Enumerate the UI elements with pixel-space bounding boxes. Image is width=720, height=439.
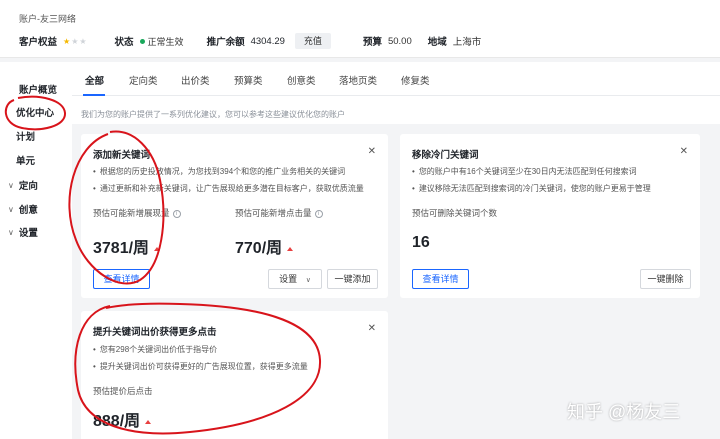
remove-cold-keywords-card: 移除冷门关键词 ✕ 您的账户中有16个关键词至少在30日内无法匹配到任何搜索词 … [400,134,700,298]
sidebar-item-label: 设置 [18,228,38,239]
close-icon[interactable]: ✕ [368,323,376,334]
view-details-button[interactable]: 查看详情 [93,269,150,289]
balance-label: 推广余额 [206,37,245,48]
settings-label: 设置 [279,274,298,284]
sidebar-item-unit[interactable]: 单元 [16,153,35,167]
add-keywords-card: 添加新关键词 ✕ 根据您的历史投放情况，为您找到394个和您的推广业务相关的关键… [81,134,388,298]
close-icon[interactable]: ✕ [368,146,376,157]
account-header: 账户-友三网络 客户权益 ★ ★ ★ 状态 正常生效 推广余额 4304.29 … [0,0,720,58]
region-value[interactable]: 上海市 [453,34,482,48]
star-icon: ★ [63,36,71,46]
tab-landing-page[interactable]: 落地页类 [339,73,377,87]
trend-up-icon [154,246,161,251]
sidebar-item-label: 优化中心 [16,108,55,119]
close-icon[interactable]: ✕ [680,146,688,157]
tab-repair[interactable]: 修复类 [401,73,430,87]
add-all-button[interactable]: 一键添加 [327,269,378,289]
rights-label: 客户权益 [19,37,58,48]
sidebar-item-label: 定向 [18,181,38,192]
tab-creative[interactable]: 创意类 [287,73,316,87]
settings-dropdown[interactable]: 设置 ∨ [268,269,322,289]
sidebar-item-targeting[interactable]: ∨ 定向 [8,178,38,193]
card-title: 添加新关键词 [93,150,151,161]
card-bullet: 提升关键词出价可获得更好的广告展现位置，获得更多流量 [93,361,308,372]
metric-label: 预估可能新增点击量 i [235,207,323,219]
info-icon[interactable]: i [314,209,323,218]
sidebar-item-label: 账户概览 [19,85,58,96]
card-bullet: 建议移除无法匹配到搜索词的冷门关键词，使您的账户更易于管理 [412,183,651,194]
chevron-down-icon: ∨ [8,180,14,190]
metric-value-text: 3781/周 [93,240,150,257]
budget-label: 预算 [362,37,382,48]
metric-value: 3781/周 [93,234,161,258]
status-dot-icon [139,38,145,44]
card-bullet: 您的账户中有16个关键词至少在30日内无法匹配到任何搜索词 [412,166,637,177]
star-icon: ★ [71,36,79,46]
status-label: 状态 [114,37,134,48]
info-icon[interactable]: i [172,209,181,218]
card-title: 移除冷门关键词 [412,150,479,161]
sidebar-item-label: 单元 [16,156,36,167]
trend-up-icon [145,419,152,424]
metric-value: 888/周 [93,407,152,431]
card-bullet: 您有298个关键词出价低于指导价 [93,344,217,355]
sidebar-item-overview[interactable]: 账户概览 [19,82,57,96]
star-icon: ★ [79,36,87,46]
region-label: 地域 [427,37,447,48]
trend-up-icon [287,246,294,251]
tab-all[interactable]: 全部 [85,73,104,87]
rating-stars: ★ ★ ★ [63,37,87,46]
sidebar: 账户概览 优化中心 计划 单元 ∨ 定向 ∨ 创意 ∨ 设置 [0,62,72,439]
main-content: 全部 定向类 出价类 预算类 创意类 落地页类 修复类 我们为您的账户提供了一系… [72,62,720,439]
card-area: 添加新关键词 ✕ 根据您的历史投放情况，为您找到394个和您的推广业务相关的关键… [72,124,720,439]
status-value: 正常生效 [147,36,184,47]
budget-value[interactable]: 50.00 [388,36,412,47]
active-tab-indicator [83,94,105,96]
raise-bid-card: 提升关键词出价获得更多点击 ✕ 您有298个关键词出价低于指导价 提升关键词出价… [81,311,388,439]
sidebar-item-settings[interactable]: ∨ 设置 [8,225,38,240]
tab-targeting[interactable]: 定向类 [129,73,158,87]
sidebar-item-plan[interactable]: 计划 [16,129,35,143]
chevron-down-icon: ∨ [8,227,14,237]
watermark: 知乎 @杨友三 [567,402,681,422]
sidebar-item-optimization[interactable]: 优化中心 [16,105,54,119]
metric-value: 770/周 [235,234,294,258]
balance-value: 4304.29 [250,35,285,47]
account-summary: 客户权益 ★ ★ ★ 状态 正常生效 推广余额 4304.29 充值 预算 50… [19,33,481,49]
metric-label-text: 预估可能新增点击量 [235,208,312,218]
metric-value-text: 770/周 [235,240,283,257]
recharge-button[interactable]: 充值 [294,33,331,49]
sidebar-item-label: 计划 [16,132,36,143]
chevron-down-icon: ∨ [305,277,311,284]
metric-label-text: 预估可能新增展现量 [93,208,170,218]
tab-bidding[interactable]: 出价类 [181,73,210,87]
metric-label: 预估可删除关键词个数 [412,208,498,218]
tab-bar: 全部 定向类 出价类 预算类 创意类 落地页类 修复类 [72,62,720,96]
view-details-button[interactable]: 查看详情 [412,269,469,289]
card-title: 提升关键词出价获得更多点击 [93,327,217,338]
metric-value-text: 888/周 [93,413,141,430]
sidebar-item-creative[interactable]: ∨ 创意 [8,202,38,217]
optimization-hint: 我们为您的账户提供了一系列优化建议，您可以参考这些建议优化您的账户 [81,110,345,119]
sidebar-item-label: 创意 [18,205,38,216]
breadcrumb[interactable]: 账户-友三网络 [19,12,76,25]
remove-all-button[interactable]: 一键删除 [640,269,691,289]
card-bullet: 通过更新和补充新关键词，让广告展现给更多潜在目标客户，获取优质流量 [93,183,364,194]
card-bullet: 根据您的历史投放情况，为您找到394个和您的推广业务相关的关键词 [93,166,345,177]
metric-value: 16 [412,234,430,251]
metric-label: 预估可能新增展现量 i [93,207,181,219]
metric-label: 预估提价后点击 [93,386,153,396]
chevron-down-icon: ∨ [8,204,14,214]
tab-budget[interactable]: 预算类 [234,73,263,87]
